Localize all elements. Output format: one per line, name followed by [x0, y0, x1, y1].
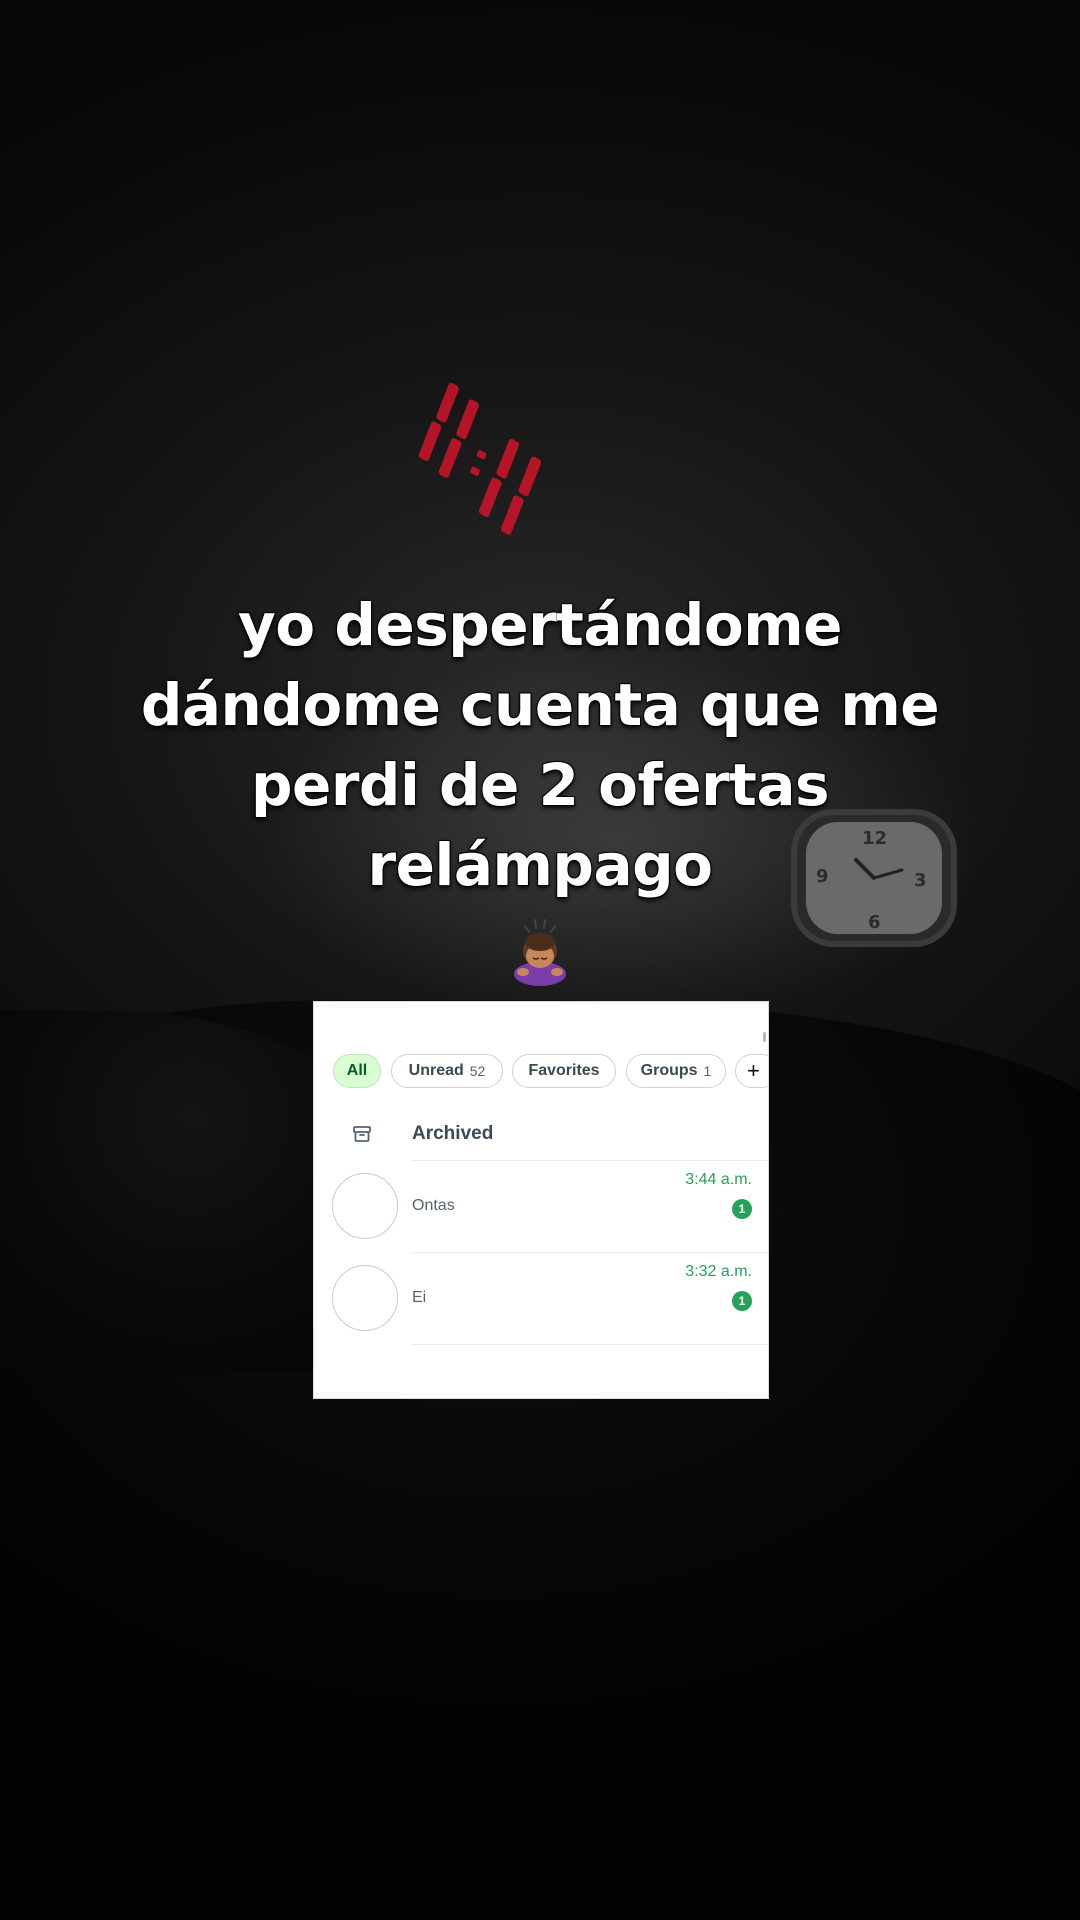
- filter-favorites-chip[interactable]: Favorites: [512, 1054, 616, 1088]
- plus-icon: +: [747, 1058, 760, 1083]
- svg-text:6: 6: [868, 912, 881, 933]
- filter-groups-chip[interactable]: Groups 1: [626, 1054, 726, 1088]
- archived-label: Archived: [412, 1123, 494, 1144]
- chat-name: Ontas: [412, 1197, 455, 1214]
- chat-name: Ei: [412, 1289, 427, 1306]
- caption: yo despertándome dándome cuenta que me p…: [90, 585, 990, 905]
- unread-badge: 1: [732, 1291, 752, 1311]
- chat-time: 3:32 a.m.: [685, 1263, 752, 1280]
- filter-unread-chip[interactable]: Unread 52: [391, 1054, 503, 1088]
- filter-groups-label: Groups: [640, 1062, 698, 1079]
- caption-line: dándome cuenta que me: [140, 670, 941, 740]
- chat-list-screenshot: All Unread 52 Favorites Groups 1 + Archi…: [314, 1002, 768, 1398]
- person-bowing-emoji: [514, 919, 566, 986]
- archived-row[interactable]: Archived: [314, 1110, 768, 1160]
- filter-unread-label: Unread: [408, 1062, 464, 1079]
- caption-line: relámpago: [367, 830, 714, 900]
- projected-clock-digits: [418, 382, 542, 535]
- groups-count: 1: [703, 1063, 712, 1079]
- avatar: [332, 1265, 398, 1331]
- archive-icon: [353, 1126, 371, 1142]
- caption-line: yo despertándome: [237, 590, 843, 660]
- divider: [412, 1344, 768, 1345]
- scrollbar: [763, 1032, 766, 1042]
- avatar: [332, 1173, 398, 1239]
- unread-badge: 1: [732, 1199, 752, 1219]
- unread-count: 52: [469, 1063, 486, 1079]
- chat-row[interactable]: Ei 3:32 a.m. 1: [314, 1253, 768, 1343]
- add-filter-button[interactable]: +: [735, 1054, 768, 1088]
- chat-time: 3:44 a.m.: [685, 1171, 752, 1188]
- filter-all-label: All: [346, 1062, 368, 1079]
- dark-foreground-silhouette-left: [0, 1010, 360, 1370]
- filter-all-chip[interactable]: All: [333, 1054, 381, 1088]
- photo-background: 12 3 6 9 yo despertándome dándome cuenta…: [0, 0, 1080, 1920]
- filter-favorites-label: Favorites: [528, 1062, 600, 1079]
- caption-line: perdi de 2 ofertas: [250, 750, 831, 820]
- chat-row[interactable]: Ontas 3:44 a.m. 1: [314, 1161, 768, 1251]
